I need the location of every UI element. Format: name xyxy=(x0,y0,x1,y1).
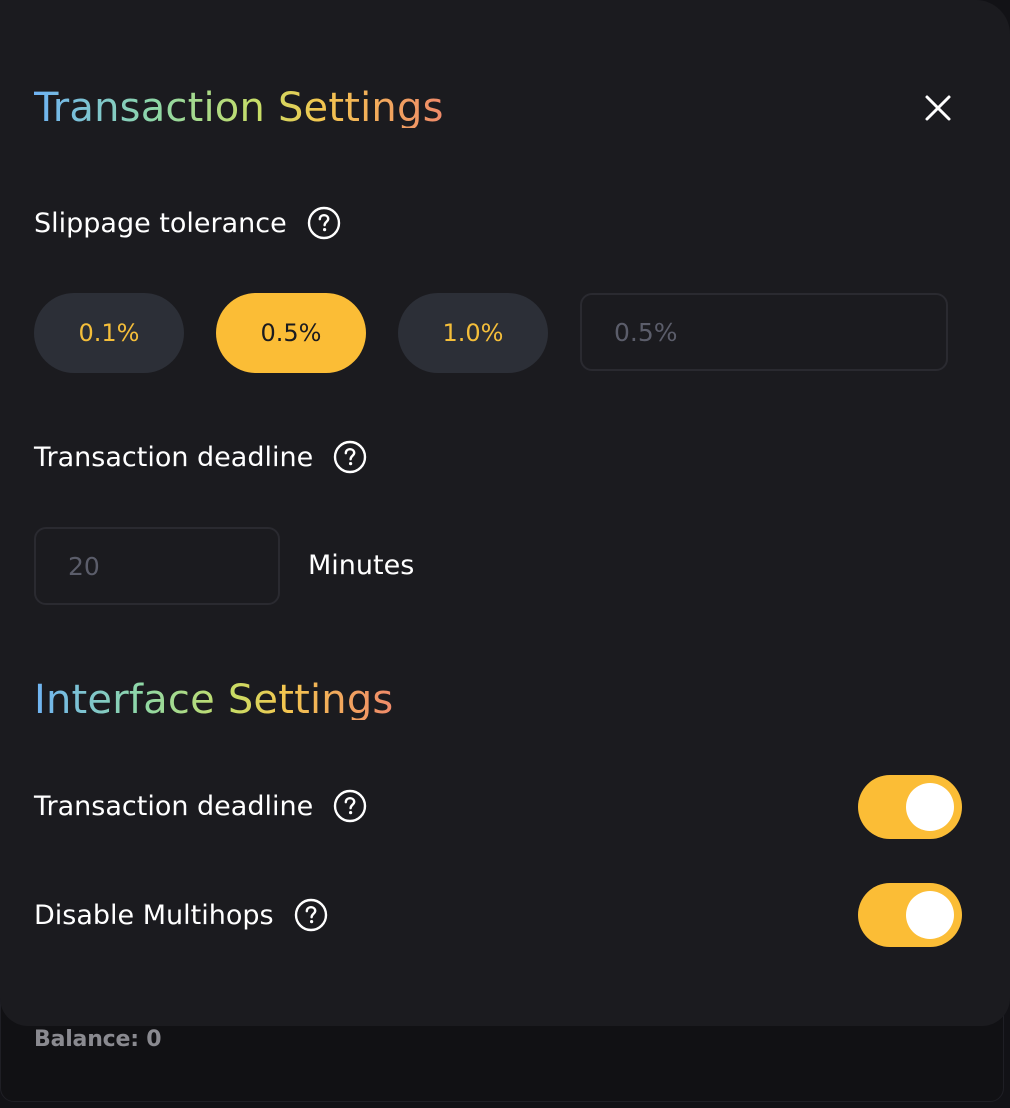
transaction-deadline-row: Transaction deadline xyxy=(34,440,367,474)
slippage-tolerance-row: Slippage tolerance xyxy=(34,206,341,240)
minutes-unit-label: Minutes xyxy=(308,550,415,581)
transaction-settings-modal: Transaction Settings Slippage tolerance … xyxy=(0,0,1010,1026)
custom-slippage-field xyxy=(580,293,948,371)
interface-row-transaction-deadline: Transaction deadline xyxy=(34,789,367,823)
transaction-deadline-label: Transaction deadline xyxy=(34,441,314,473)
toggle-knob xyxy=(906,891,954,939)
question-circle-icon[interactable] xyxy=(294,898,328,932)
disable-multihops-toggle[interactable] xyxy=(858,883,962,947)
custom-slippage-input[interactable] xyxy=(614,317,946,347)
close-button[interactable] xyxy=(916,86,960,130)
slippage-option-0-5[interactable]: 0.5% xyxy=(216,293,366,373)
balance-text: Balance: 0 xyxy=(34,1027,162,1052)
disable-multihops-label: Disable Multihops xyxy=(34,899,274,931)
slippage-option-0-1[interactable]: 0.1% xyxy=(34,293,184,373)
deadline-field xyxy=(34,527,280,605)
interface-row-disable-multihops: Disable Multihops xyxy=(34,898,328,932)
slippage-option-1-0[interactable]: 1.0% xyxy=(398,293,548,373)
transaction-settings-title: Transaction Settings xyxy=(34,85,444,131)
slippage-tolerance-label: Slippage tolerance xyxy=(34,207,287,239)
question-circle-icon[interactable] xyxy=(333,789,367,823)
interface-settings-title: Interface Settings xyxy=(34,677,394,723)
toggle-knob xyxy=(906,783,954,831)
question-circle-icon[interactable] xyxy=(333,440,367,474)
interface-transaction-deadline-label: Transaction deadline xyxy=(34,790,314,822)
question-circle-icon[interactable] xyxy=(307,206,341,240)
transaction-deadline-toggle[interactable] xyxy=(858,775,962,839)
deadline-minutes-input[interactable] xyxy=(68,551,278,581)
close-icon xyxy=(925,95,951,121)
